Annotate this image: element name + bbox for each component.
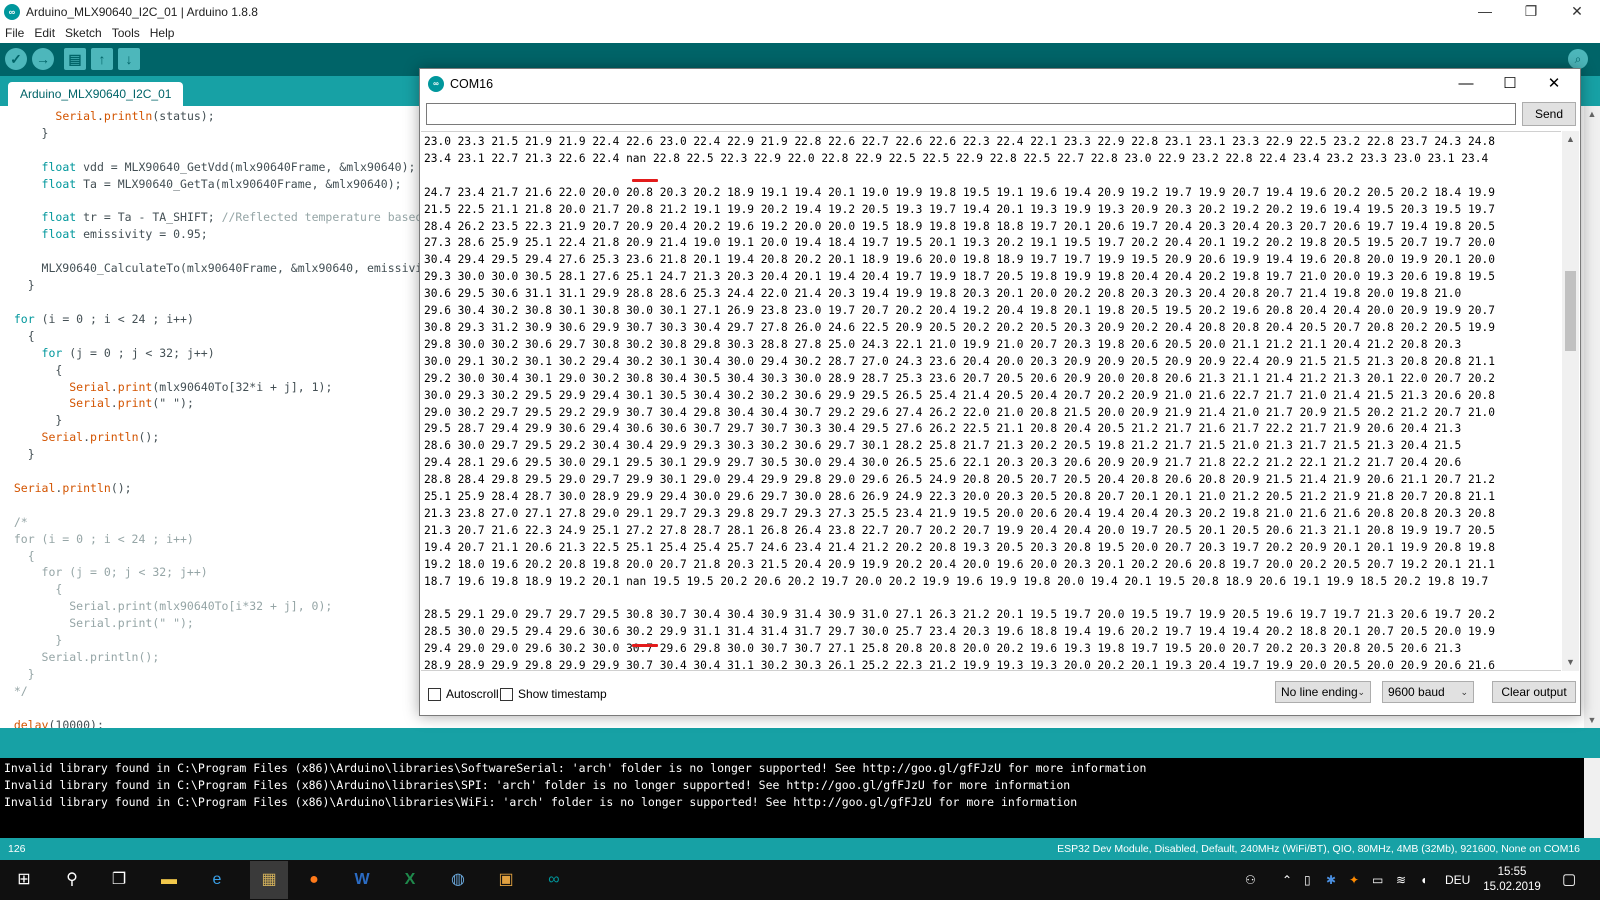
- new-icon[interactable]: ▤: [64, 48, 86, 70]
- paint-icon[interactable]: ▣: [492, 866, 520, 894]
- app-tray-icon[interactable]: ✦: [1349, 860, 1359, 900]
- clock-date: 15.02.2019: [1483, 881, 1541, 893]
- menu-bar: File Edit Sketch Tools Help: [0, 24, 1600, 42]
- windows-start-icon[interactable]: ⊞: [10, 866, 38, 894]
- scroll-thumb[interactable]: [1565, 271, 1576, 351]
- search-icon[interactable]: ⚲: [58, 866, 86, 894]
- serial-maximize-button[interactable]: ☐: [1488, 69, 1532, 99]
- main-titlebar: ∞ Arduino_MLX90640_I2C_01 | Arduino 1.8.…: [0, 0, 1600, 24]
- excel-icon[interactable]: X: [396, 866, 424, 894]
- autoscroll-checkbox[interactable]: Autoscroll: [428, 687, 499, 701]
- status-bar: 126 ESP32 Dev Module, Disabled, Default,…: [0, 838, 1600, 860]
- serial-output-text: 23.0 23.3 21.5 21.9 21.9 22.4 22.6 23.0 …: [424, 135, 1495, 671]
- autoscroll-label: Autoscroll: [446, 687, 499, 701]
- serial-title: COM16: [450, 77, 494, 91]
- tray-expand-icon[interactable]: ⌃: [1282, 860, 1292, 900]
- word-icon[interactable]: W: [348, 866, 376, 894]
- line-ending-value: No line ending: [1281, 685, 1358, 699]
- clear-output-button[interactable]: Clear output: [1492, 681, 1576, 703]
- app-icon[interactable]: ▦: [250, 861, 288, 899]
- window-title: Arduino_MLX90640_I2C_01 | Arduino 1.8.8: [26, 5, 258, 19]
- file-explorer-icon[interactable]: ▬: [155, 866, 183, 894]
- firefox-icon[interactable]: ●: [300, 866, 328, 894]
- arduino-logo-icon: ∞: [428, 76, 444, 92]
- scroll-up-icon[interactable]: ▲: [1584, 106, 1600, 122]
- serial-input[interactable]: [426, 103, 1516, 125]
- checkbox-box[interactable]: [428, 687, 441, 701]
- menu-tools[interactable]: Tools: [107, 24, 145, 42]
- save-icon[interactable]: ↓: [118, 48, 140, 70]
- task-view-icon[interactable]: ❐: [105, 866, 133, 894]
- send-button[interactable]: Send: [1522, 102, 1576, 126]
- menu-edit[interactable]: Edit: [29, 24, 60, 42]
- menu-sketch[interactable]: Sketch: [60, 24, 107, 42]
- chevron-down-icon: ⌄: [1357, 687, 1365, 697]
- taskbar: ⊞ ⚲ ❐ ▬ e ▦ ● W X ◍ ▣ ∞ ⚇ ⌃ ▯ ✱ ✦ ▭ ≋ ◖ …: [0, 860, 1600, 900]
- serial-close-button[interactable]: ✕: [1532, 69, 1576, 99]
- menu-file[interactable]: File: [0, 24, 29, 42]
- editor-scrollbar[interactable]: ▲ ▼: [1584, 106, 1600, 728]
- verify-icon[interactable]: ✓: [5, 48, 27, 70]
- edge-icon[interactable]: e: [203, 866, 231, 894]
- scroll-up-icon[interactable]: ▲: [1562, 131, 1579, 148]
- timestamp-checkbox[interactable]: Show timestamp: [500, 687, 607, 701]
- scroll-down-icon[interactable]: ▼: [1562, 654, 1579, 671]
- serial-controls: Autoscroll Show timestamp No line ending…: [420, 675, 1580, 715]
- serial-minimize-button[interactable]: —: [1444, 69, 1488, 99]
- serial-titlebar: ∞ COM16 — ☐ ✕: [420, 69, 1580, 99]
- serial-monitor-icon[interactable]: ⌕: [1568, 49, 1588, 69]
- minimize-button[interactable]: —: [1462, 0, 1508, 24]
- menu-help[interactable]: Help: [145, 24, 180, 42]
- line-number: 126: [8, 843, 26, 855]
- checkbox-box[interactable]: [500, 687, 513, 701]
- arduino-logo-icon: ∞: [4, 4, 20, 20]
- notifications-icon[interactable]: ▢: [1562, 860, 1576, 900]
- console-output: Invalid library found in C:\Program File…: [0, 758, 1600, 838]
- serial-output[interactable]: 23.0 23.3 21.5 21.9 21.9 22.4 22.6 23.0 …: [421, 131, 1561, 671]
- nan-highlight-2: [632, 644, 658, 647]
- usb-icon[interactable]: ▯: [1304, 860, 1311, 900]
- console-scrollbar[interactable]: [1584, 758, 1600, 838]
- people-icon[interactable]: ⚇: [1245, 860, 1256, 900]
- serial-monitor-window: ∞ COM16 — ☐ ✕ Send 23.0 23.3 21.5 21.9 2…: [419, 68, 1581, 716]
- open-icon[interactable]: ↑: [91, 48, 113, 70]
- wifi-icon[interactable]: ≋: [1396, 860, 1406, 900]
- message-bar: [0, 728, 1600, 758]
- line-ending-select[interactable]: No line ending ⌄: [1275, 681, 1371, 703]
- baud-value: 9600 baud: [1388, 685, 1445, 699]
- clock[interactable]: 15:55 15.02.2019: [1478, 865, 1546, 895]
- nan-highlight-1: [632, 179, 658, 182]
- language-indicator[interactable]: DEU: [1445, 860, 1470, 900]
- restore-button[interactable]: ❐: [1508, 0, 1554, 24]
- arduino-icon[interactable]: ∞: [540, 866, 568, 894]
- battery-icon[interactable]: ▭: [1372, 860, 1383, 900]
- volume-icon[interactable]: ◖: [1420, 860, 1427, 900]
- upload-icon[interactable]: →: [32, 48, 54, 70]
- tab-sketch[interactable]: Arduino_MLX90640_I2C_01: [8, 82, 184, 106]
- chevron-down-icon: ⌄: [1460, 687, 1468, 697]
- close-button[interactable]: ✕: [1554, 0, 1600, 24]
- scroll-down-icon[interactable]: ▼: [1584, 712, 1600, 728]
- network-app-icon[interactable]: ◍: [444, 866, 472, 894]
- timestamp-label: Show timestamp: [518, 687, 607, 701]
- console-text: Invalid library found in C:\Program File…: [4, 761, 1147, 809]
- clock-time: 15:55: [1497, 866, 1527, 878]
- baud-select[interactable]: 9600 baud ⌄: [1382, 681, 1474, 703]
- board-info: ESP32 Dev Module, Disabled, Default, 240…: [1057, 843, 1580, 855]
- serial-scrollbar[interactable]: ▲ ▼: [1562, 131, 1579, 671]
- bluetooth-icon[interactable]: ✱: [1326, 860, 1336, 900]
